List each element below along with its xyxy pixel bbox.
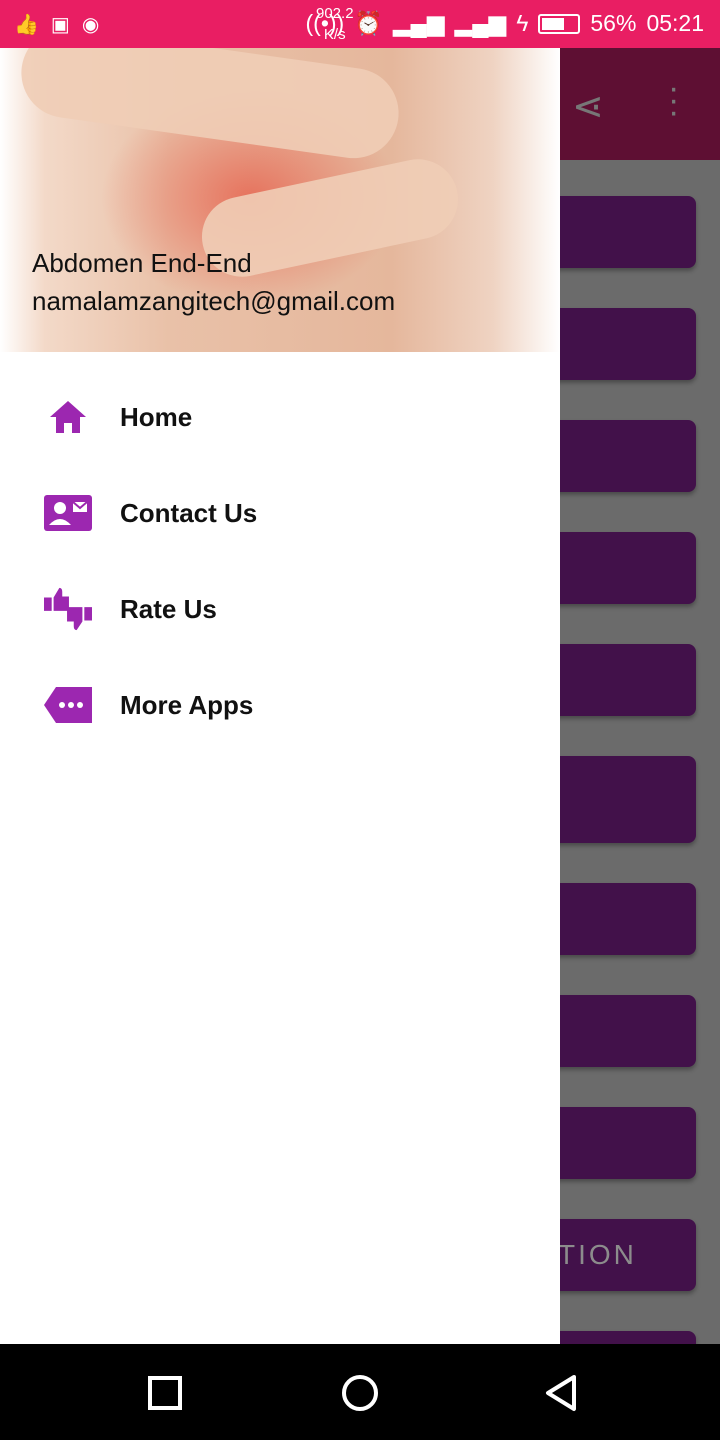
- image-notification-icon: ▣: [50, 14, 70, 36]
- record-notification-icon: ◉: [81, 14, 100, 36]
- status-bar: 👍 ▣ ◉ 902.2 K/s ((•)) ⏰ ▂▄▆ ▂▄▆ ϟ 56% 05:…: [0, 0, 720, 48]
- recents-button[interactable]: [148, 1376, 182, 1415]
- drawer-item-rate-us[interactable]: Rate Us: [0, 561, 560, 657]
- app-name: Abdomen End-End: [32, 248, 252, 278]
- signal-icon-2: ▂▄▆: [454, 10, 507, 36]
- drawer-item-label: Contact Us: [120, 497, 258, 528]
- thumbs-up-down-icon: [44, 587, 92, 631]
- hotspot-icon: ((•)): [305, 10, 345, 36]
- navigation-drawer: Abdomen End-End namalamzangitech@gmail.c…: [0, 48, 560, 1344]
- share-icon[interactable]: ⋖: [572, 84, 604, 129]
- home-button[interactable]: [341, 1374, 379, 1417]
- signal-icon: ▂▄▆: [392, 10, 445, 36]
- drawer-item-more-apps[interactable]: More Apps: [0, 657, 560, 753]
- home-icon: [44, 397, 92, 437]
- card-label: TION: [558, 1239, 637, 1270]
- system-navigation-bar: [0, 1344, 720, 1440]
- contact-card-icon: [44, 493, 92, 533]
- drawer-item-label: More Apps: [120, 689, 254, 720]
- thumbs-notification-icon: 👍: [14, 14, 39, 36]
- drawer-item-contact-us[interactable]: Contact Us: [0, 465, 560, 561]
- battery-percent: 56%: [590, 10, 637, 36]
- drawer-header: Abdomen End-End namalamzangitech@gmail.c…: [0, 48, 560, 352]
- alarm-icon: ⏰: [354, 10, 383, 36]
- drawer-item-label: Rate Us: [120, 593, 217, 624]
- drawer-item-home[interactable]: Home: [0, 369, 560, 465]
- more-tag-icon: [44, 685, 92, 725]
- user-email: namalamzangitech@gmail.com: [32, 286, 396, 316]
- drawer-item-label: Home: [120, 401, 193, 432]
- more-options-icon[interactable]: · · ·: [668, 71, 679, 129]
- clock: 05:21: [646, 10, 704, 36]
- charging-icon: ϟ: [516, 10, 529, 36]
- back-button[interactable]: [544, 1374, 578, 1417]
- battery-icon: [538, 13, 581, 34]
